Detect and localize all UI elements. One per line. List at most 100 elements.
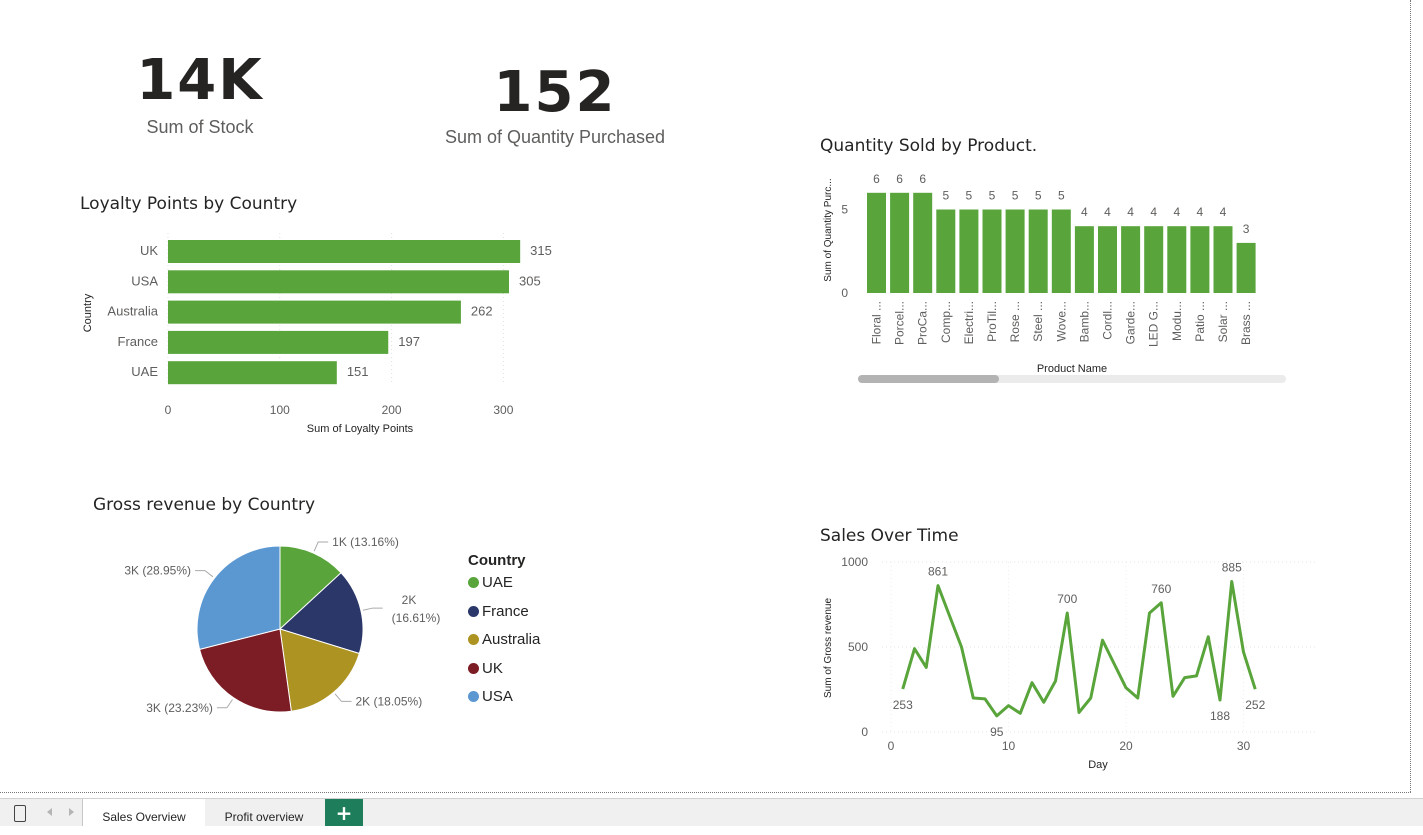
quantity-x-tick-label: Cordl... [1101, 301, 1115, 340]
legend-item-france[interactable]: France [468, 603, 529, 620]
quantity-bar [867, 192, 886, 293]
legend-item-australia[interactable]: Australia [468, 631, 540, 648]
tab-scroll-left-icon[interactable] [47, 808, 52, 816]
pie-leader-line [334, 693, 352, 702]
sales-y-tick-label: 500 [848, 640, 868, 654]
quantity-bar [1121, 226, 1141, 293]
sales-data-label: 188 [1210, 709, 1230, 723]
sales-data-label: 95 [990, 725, 1004, 739]
quantity-x-tick-label: Patio ... [1193, 301, 1207, 342]
loyalty-y-tick-label: UK [140, 243, 158, 258]
legend-label: France [482, 602, 529, 620]
mobile-layout-icon[interactable] [14, 805, 26, 822]
quantity-x-axis-label: Product Name [1037, 363, 1107, 375]
tab-scroll-right-icon[interactable] [69, 808, 74, 816]
quantity-data-label: 4 [1220, 205, 1227, 219]
loyalty-x-tick-label: 0 [165, 403, 172, 417]
quantity-y-tick-label: 5 [841, 203, 848, 217]
quantity-chart[interactable]: 0 5 6 Floral ... 6 Porcel... 6 ProCa... 5 Comp...… [810, 160, 1300, 390]
stock-card[interactable]: 14K Sum of Stock [100, 40, 300, 150]
loyalty-data-label: 262 [471, 304, 493, 319]
quantity-data-label: 6 [873, 172, 880, 186]
loyalty-bar [168, 270, 509, 294]
quantity-x-tick-label: Modu... [1170, 301, 1184, 341]
quantity-x-tick-label: Steel ... [1031, 301, 1045, 342]
quantity-bar [982, 209, 1002, 293]
legend-label: UAE [482, 574, 513, 591]
sales-y-tick-label: 1000 [841, 555, 868, 569]
quantity-data-label: 4 [1173, 205, 1180, 219]
quantity-chart-title: Quantity Sold by Product. [820, 136, 1038, 156]
quantity-data-label: 4 [1197, 205, 1204, 219]
sales-data-label: 861 [928, 565, 948, 579]
sales-chart-title: Sales Over Time [820, 526, 959, 546]
loyalty-chart-title: Loyalty Points by Country [80, 194, 298, 214]
revenue-pie-chart[interactable]: 1K (13.16%) 2K (16.61%) 2K (18.05%) 3K (23.2… [120, 525, 450, 735]
sales-line-series [901, 580, 1257, 718]
loyalty-y-tick-label: France [118, 334, 158, 349]
stock-card-value: 14K [136, 48, 264, 113]
sales-x-tick-label: 10 [1002, 739, 1016, 753]
canvas-right-edge [1410, 0, 1411, 792]
legend-item-uk[interactable]: UK [468, 660, 503, 677]
loyalty-y-tick-label: Australia [107, 304, 158, 319]
quantity-bar [1213, 226, 1233, 293]
quantity-data-label: 5 [1012, 189, 1019, 203]
loyalty-y-tick-label: USA [131, 273, 158, 288]
report-canvas: 14K Sum of Stock 152 Sum of Quantity Pur… [0, 0, 1410, 792]
legend-item-uae[interactable]: UAE [468, 574, 513, 591]
quantity-bar [1074, 226, 1094, 293]
pie-leader-line [195, 570, 214, 578]
legend-label: Australia [482, 631, 541, 648]
quantity-scrollbar-thumb[interactable] [858, 375, 999, 383]
quantity-data-label: 5 [966, 189, 973, 203]
add-page-button[interactable]: + [325, 799, 363, 826]
loyalty-data-label: 315 [530, 243, 552, 258]
quantity-bar [890, 192, 910, 293]
quantity-bar [1144, 226, 1164, 293]
quantity-data-label: 4 [1127, 205, 1134, 219]
quantity-purchased-card-value: 152 [493, 60, 617, 125]
pie-data-label: 2K (18.05%) [355, 694, 422, 708]
quantity-purchased-card[interactable]: 152 Sum of Quantity Purchased [420, 50, 690, 160]
revenue-legend-title: Country [468, 552, 526, 569]
quantity-x-tick-label: ProTil... [985, 301, 999, 342]
legend-marker-icon [468, 577, 479, 588]
canvas-bottom-edge [0, 792, 1411, 793]
quantity-x-tick-label: Solar ... [1216, 301, 1230, 342]
loyalty-chart[interactable]: 0 100 200 300 UK 315 USA 305 Australia 262 France 1… [60, 225, 580, 440]
quantity-bar [1028, 209, 1048, 293]
sales-data-label: 700 [1057, 592, 1077, 606]
page-tab-bar: Sales Overview Profit overview + [0, 798, 1423, 826]
loyalty-bar [168, 361, 337, 385]
quantity-data-label: 5 [1035, 189, 1042, 203]
quantity-data-label: 4 [1150, 205, 1157, 219]
sales-x-tick-label: 20 [1119, 739, 1133, 753]
sales-data-label: 253 [893, 698, 913, 712]
loyalty-bar [168, 240, 521, 263]
loyalty-bar [168, 330, 389, 354]
pie-data-label: 2K [402, 593, 417, 607]
loyalty-y-axis-label: Country [82, 293, 94, 332]
quantity-bar [1190, 226, 1210, 293]
quantity-x-tick-label: Wove... [1054, 301, 1068, 341]
sales-y-axis-label: Sum of Gross revenue [823, 598, 834, 698]
tab-sales-overview[interactable]: Sales Overview [82, 799, 206, 826]
pie-leader-line [362, 607, 383, 611]
legend-item-usa[interactable]: USA [468, 688, 513, 705]
tab-profit-overview[interactable]: Profit overview [205, 799, 323, 826]
revenue-chart-title: Gross revenue by Country [93, 495, 316, 515]
sales-data-label: 252 [1245, 698, 1265, 712]
sales-x-axis-label: Day [1088, 759, 1108, 771]
sales-line-chart[interactable]: 0 500 1000 0 10 20 30 253 861 95 700 760 188 885 252 Da… [810, 550, 1330, 775]
quantity-data-label: 4 [1081, 205, 1088, 219]
pie-data-label: 3K (23.23%) [146, 701, 213, 715]
stock-card-label: Sum of Stock [146, 117, 254, 137]
quantity-x-tick-label: Rose ... [1008, 301, 1022, 342]
pie-leader-line [313, 541, 329, 552]
legend-marker-icon [468, 605, 479, 617]
sales-x-tick-label: 0 [888, 739, 895, 753]
loyalty-x-tick-label: 300 [493, 403, 513, 417]
legend-marker-icon [468, 691, 479, 702]
quantity-data-label: 6 [919, 172, 926, 186]
